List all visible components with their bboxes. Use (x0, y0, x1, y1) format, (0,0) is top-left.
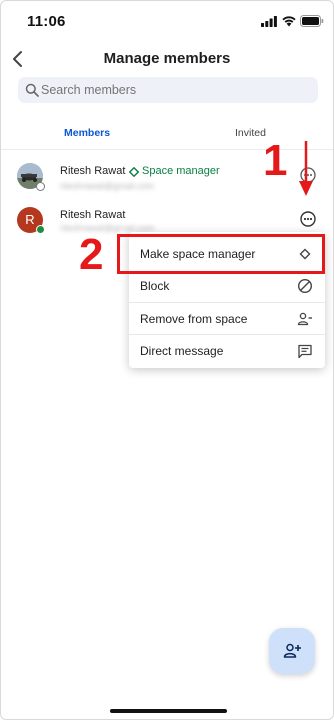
presence-active-indicator (36, 225, 45, 234)
menu-item-label: Remove from space (140, 312, 248, 326)
presence-away-indicator (36, 182, 45, 191)
cellular-signal-icon (261, 16, 277, 27)
highlight-box (117, 234, 325, 274)
menu-item-remove-from-space[interactable]: Remove from space (129, 303, 325, 335)
menu-item-direct-message[interactable]: Direct message (129, 335, 325, 367)
search-input[interactable]: Search members (18, 77, 318, 103)
menu-item-block[interactable]: Block (129, 270, 325, 302)
tab-invited[interactable]: Invited (235, 127, 266, 139)
search-placeholder: Search members (41, 83, 137, 97)
wifi-icon (282, 16, 296, 27)
add-person-icon (283, 643, 301, 658)
add-member-button[interactable] (269, 628, 315, 674)
phone-screen: 11:06 Manage members Search members Memb… (0, 0, 334, 720)
step-number-1: 1 (263, 136, 288, 185)
search-icon (25, 83, 39, 97)
down-arrow-annotation-icon (299, 141, 313, 196)
diamond-outline-icon (129, 167, 139, 177)
member-name: Ritesh Rawat (60, 209, 126, 221)
avatar-letter: R (25, 212, 35, 227)
tab-members[interactable]: Members (64, 127, 110, 139)
block-icon (297, 278, 313, 294)
more-options-icon[interactable] (299, 210, 317, 228)
remove-person-icon (297, 312, 312, 326)
message-icon (298, 344, 312, 359)
menu-item-label: Direct message (140, 344, 224, 358)
step-number-2: 2 (79, 230, 104, 279)
member-role-badge: Space manager (142, 165, 220, 177)
home-indicator (110, 709, 227, 713)
status-time: 11:06 (27, 13, 66, 30)
member-name: Ritesh Rawat (60, 165, 126, 177)
member-email: riteshrawat@gmail.com (60, 181, 155, 191)
page-title: Manage members (103, 50, 231, 67)
battery-icon (300, 15, 324, 27)
status-bar: 11:06 (1, 1, 333, 41)
menu-item-label: Block (140, 279, 170, 293)
